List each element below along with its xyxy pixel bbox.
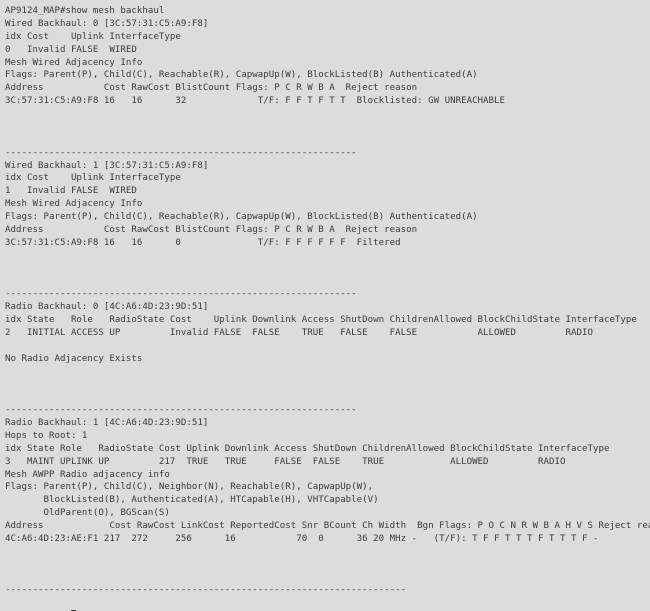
terminal-line: idx State Role RadioState Cost Uplink Do…	[5, 315, 637, 325]
terminal-line: idx State Role RadioState Cost Uplink Do…	[5, 443, 610, 454]
terminal-line: 0 Invalid FALSE WIRED	[5, 44, 137, 55]
terminal-line: idx Cost Uplink InterfaceType	[5, 173, 181, 184]
terminal-line: 3 MAINT UPLINK UP 217 TRUE TRUE FALSE FA…	[5, 456, 566, 467]
terminal-output[interactable]: AP9124_MAP#show mesh backhaul Wired Backh…	[0, 0, 650, 611]
terminal-line: Wired Backhaul: 0 [3C:57:31:C5:A9:F8]	[5, 18, 209, 29]
terminal-line: OldParent(O), BGScan(S)	[5, 508, 170, 519]
terminal-line: Mesh AWPP Radio adjacency info	[5, 469, 170, 480]
terminal-line: Wired Backhaul: 1 [3C:57:31:C5:A9:F8]	[5, 160, 209, 171]
terminal-line: 3C:57:31:C5:A9:F8 16 16 32 T/F: F F T F …	[5, 96, 506, 107]
terminal-line: Mesh Wired Adjacency Info	[5, 199, 143, 210]
terminal-line: No Radio Adjacency Exists	[5, 353, 143, 364]
terminal-line: Flags: Parent(P), Child(C), Reachable(R)…	[5, 212, 478, 222]
terminal-line: AP9124_MAP#show mesh backhaul	[5, 6, 165, 16]
terminal-line: Radio Backhaul: 1 [4C:A6:4D:23:9D:51]	[5, 418, 209, 428]
terminal-line: Address Cost RawCost BlistCount Flags: P…	[5, 224, 418, 235]
terminal-line: 3C:57:31:C5:A9:F8 16 16 0 T/F: F F F F F…	[5, 237, 401, 248]
terminal-line: 4C:A6:4D:23:AE:F1 217 272 256 16 70 0 36…	[5, 533, 599, 544]
terminal-line: Hops to Root: 1	[5, 430, 88, 441]
terminal-line: BlockListed(B), Authenticated(A), HTCapa…	[5, 495, 379, 506]
terminal-line: idx Cost Uplink InterfaceType	[5, 31, 181, 42]
terminal-line: Address Cost RawCost BlistCount Flags: P…	[5, 83, 418, 94]
terminal-line: Flags: Parent(P), Child(C), Reachable(R)…	[5, 70, 478, 81]
terminal-line: ----------------------------------------…	[5, 147, 357, 158]
terminal-line: Radio Backhaul: 0 [4C:A6:4D:23:9D:51]	[5, 302, 209, 313]
terminal-line: ----------------------------------------…	[5, 585, 407, 596]
terminal-line: 2 INITIAL ACCESS UP Invalid FALSE FALSE …	[5, 327, 593, 338]
terminal-line: ----------------------------------------…	[5, 405, 357, 416]
terminal-line: 1 Invalid FALSE WIRED	[5, 186, 137, 197]
terminal-line: ----------------------------------------…	[5, 289, 357, 300]
terminal-line: Mesh Wired Adjacency Info	[5, 57, 143, 68]
terminal-line: Address Cost RawCost LinkCost ReportedCo…	[5, 521, 650, 531]
terminal-line: Flags: Parent(P), Child(C), Neighbor(N),…	[5, 482, 374, 493]
